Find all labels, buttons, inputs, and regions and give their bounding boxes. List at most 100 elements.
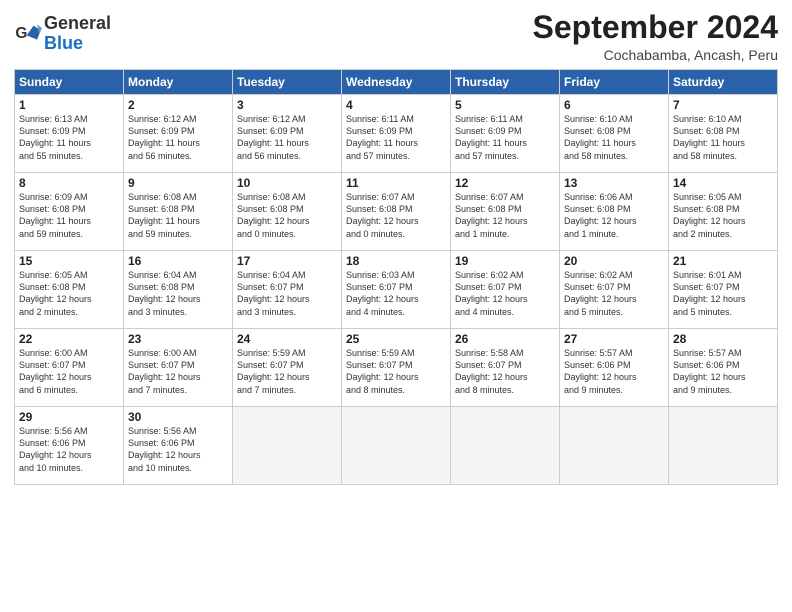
day-info: Sunrise: 6:03 AM Sunset: 6:07 PM Dayligh… [346, 269, 446, 318]
day-info: Sunrise: 5:56 AM Sunset: 6:06 PM Dayligh… [128, 425, 228, 474]
calendar-day: 7Sunrise: 6:10 AM Sunset: 6:08 PM Daylig… [669, 95, 778, 173]
day-info: Sunrise: 6:02 AM Sunset: 6:07 PM Dayligh… [455, 269, 555, 318]
calendar-day: 2Sunrise: 6:12 AM Sunset: 6:09 PM Daylig… [124, 95, 233, 173]
calendar-day: 11Sunrise: 6:07 AM Sunset: 6:08 PM Dayli… [342, 173, 451, 251]
day-number: 29 [19, 410, 119, 424]
day-info: Sunrise: 6:10 AM Sunset: 6:08 PM Dayligh… [673, 113, 773, 162]
calendar-day: 3Sunrise: 6:12 AM Sunset: 6:09 PM Daylig… [233, 95, 342, 173]
calendar-day: 17Sunrise: 6:04 AM Sunset: 6:07 PM Dayli… [233, 251, 342, 329]
calendar-day: 12Sunrise: 6:07 AM Sunset: 6:08 PM Dayli… [451, 173, 560, 251]
calendar-day: 28Sunrise: 5:57 AM Sunset: 6:06 PM Dayli… [669, 329, 778, 407]
day-info: Sunrise: 5:57 AM Sunset: 6:06 PM Dayligh… [673, 347, 773, 396]
calendar-day: 13Sunrise: 6:06 AM Sunset: 6:08 PM Dayli… [560, 173, 669, 251]
day-number: 3 [237, 98, 337, 112]
day-info: Sunrise: 6:08 AM Sunset: 6:08 PM Dayligh… [237, 191, 337, 240]
calendar-day: 14Sunrise: 6:05 AM Sunset: 6:08 PM Dayli… [669, 173, 778, 251]
logo-line1: General [44, 14, 111, 34]
calendar-day: 21Sunrise: 6:01 AM Sunset: 6:07 PM Dayli… [669, 251, 778, 329]
day-number: 27 [564, 332, 664, 346]
logo-line2: Blue [44, 34, 111, 54]
calendar-day: 20Sunrise: 6:02 AM Sunset: 6:07 PM Dayli… [560, 251, 669, 329]
weekday-header: Monday [124, 70, 233, 95]
day-info: Sunrise: 6:11 AM Sunset: 6:09 PM Dayligh… [346, 113, 446, 162]
day-info: Sunrise: 5:59 AM Sunset: 6:07 PM Dayligh… [237, 347, 337, 396]
day-number: 12 [455, 176, 555, 190]
day-info: Sunrise: 6:05 AM Sunset: 6:08 PM Dayligh… [19, 269, 119, 318]
calendar-day: 25Sunrise: 5:59 AM Sunset: 6:07 PM Dayli… [342, 329, 451, 407]
month-title: September 2024 [533, 10, 778, 45]
day-number: 16 [128, 254, 228, 268]
calendar-day [451, 407, 560, 485]
weekday-header: Wednesday [342, 70, 451, 95]
calendar-day: 16Sunrise: 6:04 AM Sunset: 6:08 PM Dayli… [124, 251, 233, 329]
day-info: Sunrise: 6:07 AM Sunset: 6:08 PM Dayligh… [455, 191, 555, 240]
day-number: 5 [455, 98, 555, 112]
day-number: 19 [455, 254, 555, 268]
calendar-day: 1Sunrise: 6:13 AM Sunset: 6:09 PM Daylig… [15, 95, 124, 173]
calendar-day: 18Sunrise: 6:03 AM Sunset: 6:07 PM Dayli… [342, 251, 451, 329]
day-info: Sunrise: 6:05 AM Sunset: 6:08 PM Dayligh… [673, 191, 773, 240]
weekday-header: Thursday [451, 70, 560, 95]
weekday-header: Tuesday [233, 70, 342, 95]
day-info: Sunrise: 6:12 AM Sunset: 6:09 PM Dayligh… [237, 113, 337, 162]
calendar-day: 8Sunrise: 6:09 AM Sunset: 6:08 PM Daylig… [15, 173, 124, 251]
calendar-day: 29Sunrise: 5:56 AM Sunset: 6:06 PM Dayli… [15, 407, 124, 485]
day-number: 20 [564, 254, 664, 268]
calendar-day: 26Sunrise: 5:58 AM Sunset: 6:07 PM Dayli… [451, 329, 560, 407]
calendar-day: 22Sunrise: 6:00 AM Sunset: 6:07 PM Dayli… [15, 329, 124, 407]
day-number: 30 [128, 410, 228, 424]
calendar-day: 5Sunrise: 6:11 AM Sunset: 6:09 PM Daylig… [451, 95, 560, 173]
day-number: 7 [673, 98, 773, 112]
day-info: Sunrise: 6:00 AM Sunset: 6:07 PM Dayligh… [19, 347, 119, 396]
calendar-day: 24Sunrise: 5:59 AM Sunset: 6:07 PM Dayli… [233, 329, 342, 407]
weekday-header: Friday [560, 70, 669, 95]
day-number: 14 [673, 176, 773, 190]
header-area: G General Blue September 2024 Cochabamba… [14, 10, 778, 63]
day-info: Sunrise: 6:04 AM Sunset: 6:08 PM Dayligh… [128, 269, 228, 318]
calendar-day: 6Sunrise: 6:10 AM Sunset: 6:08 PM Daylig… [560, 95, 669, 173]
day-number: 25 [346, 332, 446, 346]
day-number: 1 [19, 98, 119, 112]
day-number: 22 [19, 332, 119, 346]
calendar-table: SundayMondayTuesdayWednesdayThursdayFrid… [14, 69, 778, 485]
day-number: 6 [564, 98, 664, 112]
day-number: 23 [128, 332, 228, 346]
day-info: Sunrise: 5:58 AM Sunset: 6:07 PM Dayligh… [455, 347, 555, 396]
day-number: 18 [346, 254, 446, 268]
logo-icon: G [14, 20, 42, 48]
day-info: Sunrise: 6:04 AM Sunset: 6:07 PM Dayligh… [237, 269, 337, 318]
calendar-day [233, 407, 342, 485]
day-number: 9 [128, 176, 228, 190]
day-info: Sunrise: 6:01 AM Sunset: 6:07 PM Dayligh… [673, 269, 773, 318]
day-number: 24 [237, 332, 337, 346]
day-number: 21 [673, 254, 773, 268]
day-info: Sunrise: 6:12 AM Sunset: 6:09 PM Dayligh… [128, 113, 228, 162]
day-number: 11 [346, 176, 446, 190]
day-number: 13 [564, 176, 664, 190]
calendar-day [669, 407, 778, 485]
day-info: Sunrise: 6:08 AM Sunset: 6:08 PM Dayligh… [128, 191, 228, 240]
svg-text:G: G [15, 25, 27, 42]
day-info: Sunrise: 6:10 AM Sunset: 6:08 PM Dayligh… [564, 113, 664, 162]
day-info: Sunrise: 6:09 AM Sunset: 6:08 PM Dayligh… [19, 191, 119, 240]
logo: G General Blue [14, 14, 111, 54]
day-number: 2 [128, 98, 228, 112]
day-info: Sunrise: 6:02 AM Sunset: 6:07 PM Dayligh… [564, 269, 664, 318]
day-info: Sunrise: 5:59 AM Sunset: 6:07 PM Dayligh… [346, 347, 446, 396]
day-number: 15 [19, 254, 119, 268]
day-info: Sunrise: 6:11 AM Sunset: 6:09 PM Dayligh… [455, 113, 555, 162]
calendar-day: 27Sunrise: 5:57 AM Sunset: 6:06 PM Dayli… [560, 329, 669, 407]
day-info: Sunrise: 6:07 AM Sunset: 6:08 PM Dayligh… [346, 191, 446, 240]
day-number: 17 [237, 254, 337, 268]
day-info: Sunrise: 5:57 AM Sunset: 6:06 PM Dayligh… [564, 347, 664, 396]
calendar-day: 23Sunrise: 6:00 AM Sunset: 6:07 PM Dayli… [124, 329, 233, 407]
calendar-day [560, 407, 669, 485]
day-info: Sunrise: 6:06 AM Sunset: 6:08 PM Dayligh… [564, 191, 664, 240]
weekday-header: Saturday [669, 70, 778, 95]
calendar-day [342, 407, 451, 485]
day-number: 8 [19, 176, 119, 190]
day-number: 28 [673, 332, 773, 346]
day-number: 26 [455, 332, 555, 346]
calendar-day: 10Sunrise: 6:08 AM Sunset: 6:08 PM Dayli… [233, 173, 342, 251]
day-number: 4 [346, 98, 446, 112]
